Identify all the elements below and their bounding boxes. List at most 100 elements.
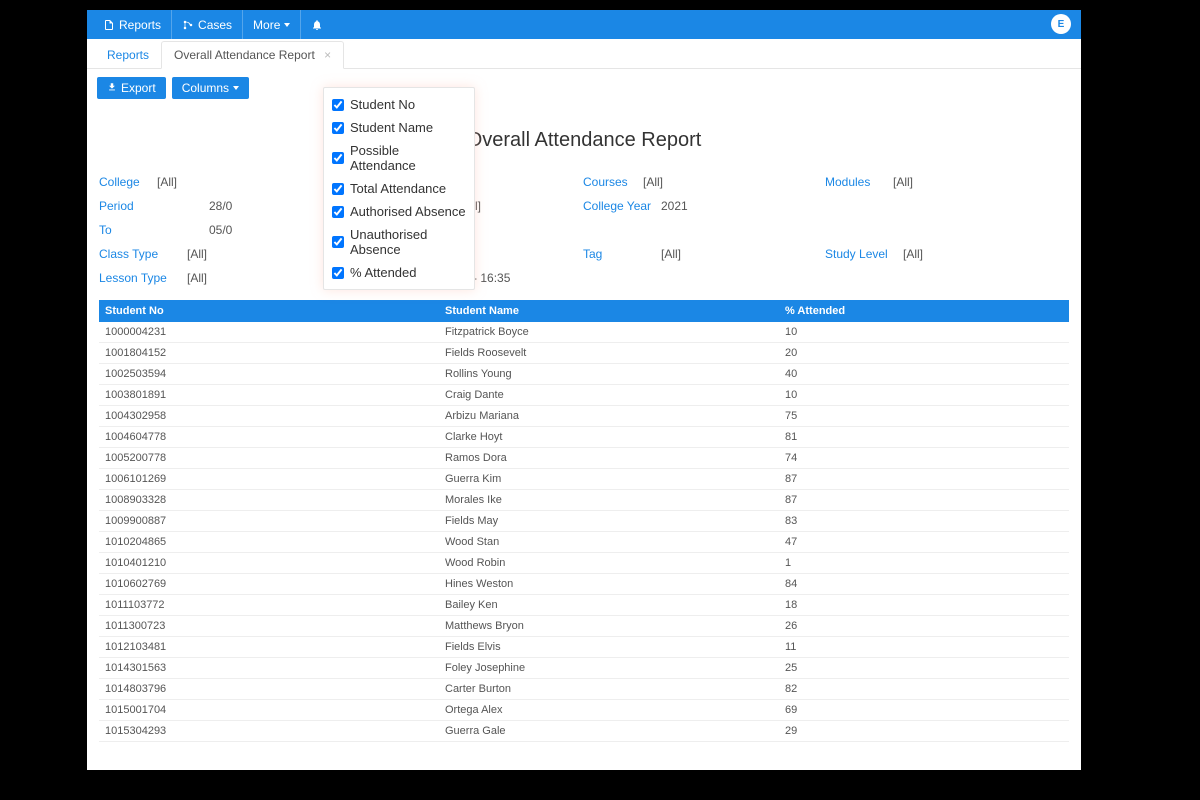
filter-lesson-type-label[interactable]: Lesson Type [99, 271, 187, 285]
table-cell: Foley Josephine [439, 662, 779, 674]
filter-tag-label[interactable]: Tag [583, 247, 661, 261]
table-cell: 75 [779, 410, 1069, 422]
table-row[interactable]: 1009900887Fields May83 [99, 511, 1069, 532]
table-cell: 74 [779, 452, 1069, 464]
table-cell: 25 [779, 662, 1069, 674]
topbar: Reports Cases More E [87, 10, 1081, 39]
nav-notifications[interactable] [301, 10, 333, 39]
table-row[interactable]: 1014803796Carter Burton82 [99, 679, 1069, 700]
column-toggle-item[interactable]: Authorised Absence [332, 200, 466, 223]
table-cell: 20 [779, 347, 1069, 359]
filter-college-value: [All] [157, 175, 177, 189]
column-checkbox[interactable] [332, 206, 344, 218]
user-avatar[interactable]: E [1051, 14, 1071, 34]
column-toggle-label: Unauthorised Absence [350, 227, 466, 257]
table-cell: 69 [779, 704, 1069, 716]
filter-to-value: 05/0 [209, 223, 232, 237]
columns-button[interactable]: Columns [172, 77, 249, 99]
column-toggle-item[interactable]: % Attended [332, 261, 466, 284]
th-student-name[interactable]: Student Name [439, 305, 779, 317]
tab-attendance-report[interactable]: Overall Attendance Report × [161, 41, 344, 69]
table-row[interactable]: 1011103772Bailey Ken18 [99, 595, 1069, 616]
table-cell: 10 [779, 389, 1069, 401]
column-checkbox[interactable] [332, 183, 344, 195]
table-row[interactable]: 1012103481Fields Elvis11 [99, 637, 1069, 658]
tab-reports[interactable]: Reports [95, 42, 161, 68]
column-toggle-item[interactable]: Total Attendance [332, 177, 466, 200]
bell-icon [311, 19, 323, 31]
table-cell: 1010204865 [99, 536, 439, 548]
nav-more[interactable]: More [243, 10, 301, 39]
table-row[interactable]: 1004302958Arbizu Mariana75 [99, 406, 1069, 427]
table-cell: Fields Roosevelt [439, 347, 779, 359]
table-row[interactable]: 1011300723Matthews Bryon26 [99, 616, 1069, 637]
filter-study-level-label[interactable]: Study Level [825, 247, 903, 261]
table-row[interactable]: 1004604778Clarke Hoyt81 [99, 427, 1069, 448]
filter-college-year-value: 2021 [661, 199, 688, 213]
filter-class-type-label[interactable]: Class Type [99, 247, 187, 261]
table-row[interactable]: 1015001704Ortega Alex69 [99, 700, 1069, 721]
table-cell: Fields Elvis [439, 641, 779, 653]
column-checkbox[interactable] [332, 236, 344, 248]
table-cell: 1008903328 [99, 494, 439, 506]
column-checkbox[interactable] [332, 267, 344, 279]
table-row[interactable]: 1005200778Ramos Dora74 [99, 448, 1069, 469]
table-cell: 1003801891 [99, 389, 439, 401]
column-checkbox[interactable] [332, 122, 344, 134]
table-row[interactable]: 1003801891Craig Dante10 [99, 385, 1069, 406]
column-checkbox[interactable] [332, 99, 344, 111]
table-row[interactable]: 1010602769Hines Weston84 [99, 574, 1069, 595]
filter-courses-label[interactable]: Courses [583, 175, 643, 189]
column-toggle-label: % Attended [350, 265, 417, 280]
filter-to-label[interactable]: To [99, 223, 209, 237]
column-toggle-item[interactable]: Student Name [332, 116, 466, 139]
table-cell: 1009900887 [99, 515, 439, 527]
column-toggle-item[interactable]: Unauthorised Absence [332, 223, 466, 261]
table-cell: 1015001704 [99, 704, 439, 716]
table-cell: 1 [779, 557, 1069, 569]
data-table: Student No Student Name % Attended 10000… [99, 300, 1069, 742]
table-row[interactable]: 1015304293Guerra Gale29 [99, 721, 1069, 742]
table-cell: Ortega Alex [439, 704, 779, 716]
table-row[interactable]: 1002503594Rollins Young40 [99, 364, 1069, 385]
tab-strip: Reports Overall Attendance Report × [87, 39, 1081, 69]
table-row[interactable]: 1010204865Wood Stan47 [99, 532, 1069, 553]
table-row[interactable]: 1001804152Fields Roosevelt20 [99, 343, 1069, 364]
table-row[interactable]: 1010401210Wood Robin1 [99, 553, 1069, 574]
th-student-no[interactable]: Student No [99, 305, 439, 317]
columns-dropdown: Student NoStudent NamePossible Attendanc… [323, 87, 475, 290]
table-row[interactable]: 1000004231Fitzpatrick Boyce10 [99, 322, 1069, 343]
column-toggle-item[interactable]: Possible Attendance [332, 139, 466, 177]
table-cell: 1011103772 [99, 599, 439, 611]
nav-reports[interactable]: Reports [93, 10, 172, 39]
filter-period-label[interactable]: Period [99, 199, 209, 213]
table-cell: 84 [779, 578, 1069, 590]
table-cell: 1010602769 [99, 578, 439, 590]
table-row[interactable]: 1014301563Foley Josephine25 [99, 658, 1069, 679]
filter-modules-value: [All] [893, 175, 913, 189]
column-checkbox[interactable] [332, 152, 344, 164]
filter-college-year-label[interactable]: College Year [583, 199, 661, 213]
table-cell: 87 [779, 473, 1069, 485]
table-cell: 47 [779, 536, 1069, 548]
th-pct-attended[interactable]: % Attended [779, 305, 1069, 317]
close-icon[interactable]: × [324, 48, 331, 62]
filter-class-type-value: [All] [187, 247, 207, 261]
table-cell: 83 [779, 515, 1069, 527]
filter-period-value: 28/0 [209, 199, 232, 213]
table-cell: 82 [779, 683, 1069, 695]
table-cell: 87 [779, 494, 1069, 506]
table-cell: 1004302958 [99, 410, 439, 422]
table-row[interactable]: 1008903328Morales Ike87 [99, 490, 1069, 511]
table-cell: 1002503594 [99, 368, 439, 380]
nav-cases-label: Cases [198, 18, 232, 32]
export-button[interactable]: Export [97, 77, 166, 99]
filter-modules-label[interactable]: Modules [825, 175, 893, 189]
nav-more-label: More [253, 18, 280, 32]
table-row[interactable]: 1006101269Guerra Kim87 [99, 469, 1069, 490]
branch-icon [182, 19, 194, 31]
table-cell: 40 [779, 368, 1069, 380]
nav-cases[interactable]: Cases [172, 10, 243, 39]
table-cell: 1015304293 [99, 725, 439, 737]
column-toggle-item[interactable]: Student No [332, 93, 466, 116]
